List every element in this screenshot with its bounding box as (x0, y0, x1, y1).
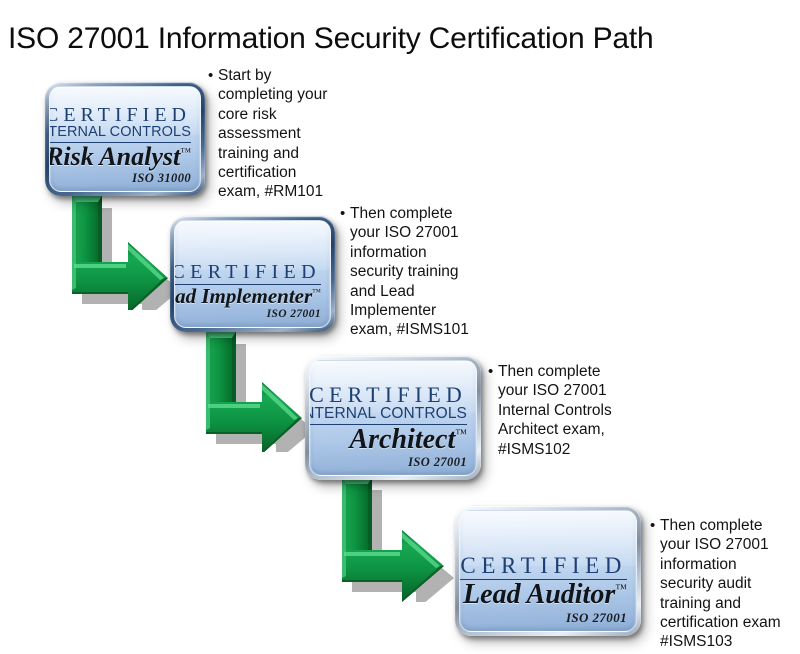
badge-internal-controls-label: INTERNAL CONTROLS (49, 124, 191, 140)
badge-text-group: CERTIFIED INTERNAL CONTROLS Risk Analyst… (49, 104, 191, 185)
certification-path-diagram: CERTIFIED INTERNAL CONTROLS Risk Analyst… (0, 0, 800, 654)
badge-text-group: CERTIFIED Lead Implementer™ ISO 27001 (174, 260, 321, 321)
badge-risk-analyst[interactable]: CERTIFIED INTERNAL CONTROLS Risk Analyst… (45, 82, 205, 196)
badge-face: CERTIFIED INTERNAL CONTROLS Risk Analyst… (49, 86, 201, 192)
badge-face: CERTIFIED Lead Implementer™ ISO 27001 (174, 220, 331, 328)
badge-face: CERTIFIED INTERNAL CONTROLS Architect™ I… (309, 360, 477, 476)
trademark-icon: ™ (455, 426, 467, 441)
badge-internal-controls-label: INTERNAL CONTROLS (309, 405, 467, 422)
trademark-icon: ™ (312, 286, 321, 297)
note-risk-analyst: • Start by completing your core risk ass… (208, 66, 340, 202)
badge-standard-label: ISO 27001 (565, 610, 627, 625)
badge-credential-text: Lead Auditor (463, 579, 616, 610)
badge-certified-label: CERTIFIED (460, 553, 627, 578)
badge-credential-name: Architect™ (310, 423, 467, 455)
badge-lead-auditor[interactable]: CERTIFIED Lead Auditor™ ISO 27001 (455, 506, 641, 636)
note-lead-implementer: • Then complete your ISO 27001 informati… (340, 204, 480, 340)
badge-standard-label: ISO 31000 (132, 170, 191, 185)
connector-arrow-3 (342, 478, 454, 602)
note-text: Then complete your ISO 27001 information… (350, 205, 469, 339)
trademark-icon: ™ (180, 145, 191, 158)
badge-credential-name: Lead Implementer™ (175, 283, 321, 308)
trademark-icon: ™ (615, 581, 627, 596)
note-text: Start by completing your core risk asses… (218, 67, 328, 201)
badge-certified-label: CERTIFIED (174, 260, 321, 283)
badge-credential-name: Risk Analyst™ (49, 141, 191, 171)
badge-credential-text: Risk Analyst (49, 141, 181, 171)
bullet-point-icon: • (340, 205, 346, 222)
badge-lead-implementer[interactable]: CERTIFIED Lead Implementer™ ISO 27001 (170, 216, 335, 332)
badge-certified-label: CERTIFIED (309, 382, 467, 407)
badge-text-group: CERTIFIED INTERNAL CONTROLS Architect™ I… (309, 382, 467, 469)
badge-text-group: CERTIFIED Lead Auditor™ ISO 27001 (460, 554, 627, 624)
bullet-point-icon: • (650, 517, 656, 534)
badge-credential-name: Lead Auditor™ (460, 581, 627, 609)
badge-credential-text: Architect (349, 423, 456, 455)
note-lead-auditor: • Then complete your ISO 27001 informati… (650, 516, 794, 652)
bullet-point-icon: • (488, 363, 494, 380)
note-architect: • Then complete your ISO 27001 Internal … (488, 362, 634, 459)
bullet-point-icon: • (208, 67, 214, 84)
note-text: Then complete your ISO 27001 information… (660, 517, 781, 651)
badge-architect[interactable]: CERTIFIED INTERNAL CONTROLS Architect™ I… (305, 356, 481, 480)
badge-standard-label: ISO 27001 (408, 454, 467, 469)
badge-certified-label: CERTIFIED (49, 104, 191, 126)
badge-face: CERTIFIED Lead Auditor™ ISO 27001 (459, 510, 637, 632)
badge-credential-text: Lead Implementer (175, 283, 313, 308)
note-text: Then complete your ISO 27001 Internal Co… (498, 363, 612, 458)
badge-standard-label: ISO 27001 (266, 307, 321, 320)
